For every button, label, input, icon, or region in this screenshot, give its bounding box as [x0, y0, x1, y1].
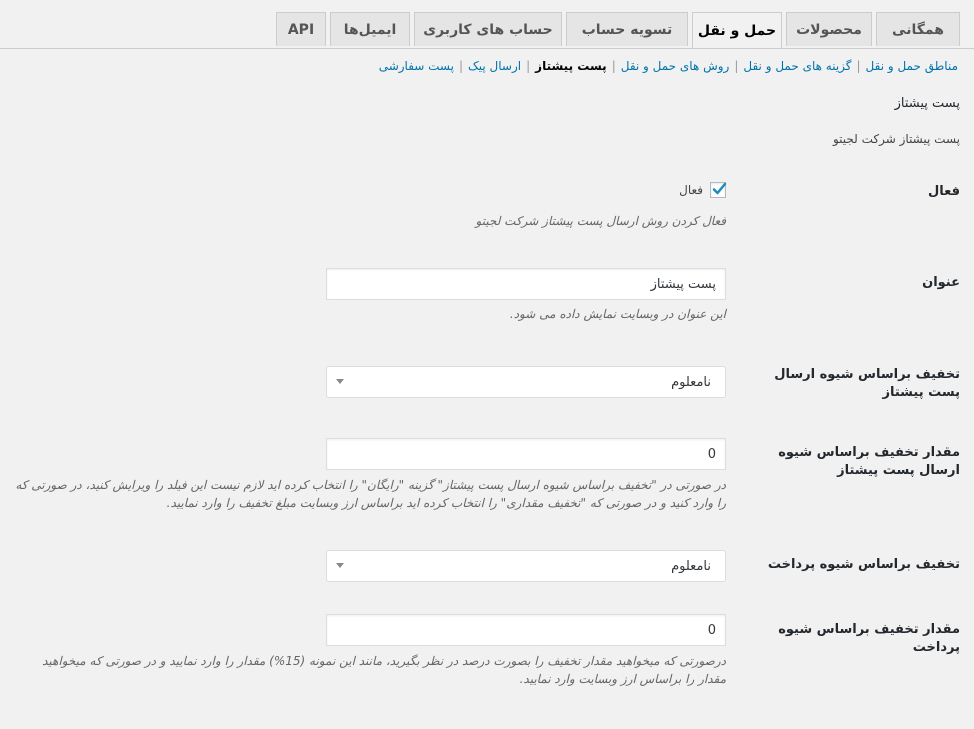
subnav-courier[interactable]: ارسال پیک	[468, 59, 521, 73]
subnav-separator: |	[856, 59, 861, 73]
discount-amount-description-line1: در صورتی در "تخفیف براساس شیوه ارسال پست…	[15, 478, 726, 492]
tab-checkout[interactable]: تسویه حساب	[566, 12, 688, 46]
discount-amount-label: مقدار تخفیف براساس شیوه ارسال پست پیشتاز	[778, 445, 960, 478]
discount-amount-description-line2: را وارد کنید و در صورتی که "تخفیف مقداری…	[166, 496, 726, 510]
tab-accounts[interactable]: حساب های کاربری	[414, 12, 562, 46]
enabled-label: فعال	[927, 184, 960, 199]
payment-discount-select[interactable]: نامعلوم	[326, 550, 726, 582]
discount-method-selected: نامعلوم	[671, 374, 711, 390]
subnav-sefareshi[interactable]: پست سفارشی	[379, 59, 454, 73]
tab-emails[interactable]: ایمیل‌ها	[330, 12, 410, 46]
discount-method-label: تخفیف براساس شیوه ارسال پست پیشتاز	[774, 367, 960, 400]
settings-tabs: همگانی محصولات حمل و نقل تسویه حساب حساب…	[0, 0, 974, 49]
payment-discount-label: تخفیف براساس شیوه پرداخت	[767, 557, 960, 572]
title-description: این عنوان در وبسایت نمایش داده می شود.	[509, 307, 726, 321]
payment-discount-amount-input[interactable]	[326, 614, 726, 646]
discount-amount-input[interactable]	[326, 438, 726, 470]
checkmark-icon	[712, 182, 727, 195]
enabled-checkbox-label: فعال	[679, 183, 703, 197]
subnav-separator: |	[734, 59, 739, 73]
payment-discount-amount-description-line2: مقدار را براساس ارز وبسایت وارد نمایید.	[519, 672, 726, 686]
tab-products[interactable]: محصولات	[786, 12, 872, 46]
subnav-separator: |	[458, 59, 464, 73]
chevron-down-icon	[336, 379, 344, 384]
subnav-separator: |	[526, 59, 531, 73]
section-title: پست پیشتاز	[894, 96, 960, 111]
title-label: عنوان	[922, 275, 960, 290]
subnav-shipping-zones[interactable]: مناطق حمل و نقل	[866, 59, 958, 73]
tab-general[interactable]: همگانی	[876, 12, 960, 46]
enabled-checkbox[interactable]	[710, 182, 727, 198]
payment-discount-amount-label: مقدار تخفیف براساس شیوه پرداخت	[778, 622, 960, 655]
payment-discount-amount-description-line1: درصورتی که میخواهید مقدار تخفیف را بصورت…	[42, 654, 726, 668]
tab-api[interactable]: API	[276, 12, 326, 46]
subnav-shipping-methods[interactable]: روش های حمل و نقل	[621, 59, 730, 73]
shipping-subnav: مناطق حمل و نقل | گزینه های حمل و نقل | روش …	[0, 59, 958, 73]
section-description: پست پیشتاز شرکت لجیتو	[832, 132, 960, 146]
tab-shipping[interactable]: حمل و نقل	[692, 12, 782, 48]
payment-discount-selected: نامعلوم	[671, 558, 711, 574]
enabled-description: فعال کردن روش ارسال پست پیشتاز شرکت لجیت…	[475, 214, 726, 228]
discount-method-select[interactable]: نامعلوم	[326, 366, 726, 398]
title-input[interactable]	[326, 268, 726, 300]
chevron-down-icon	[336, 563, 344, 568]
subnav-separator: |	[611, 59, 616, 73]
subnav-pishtaz-current: پست پیشتاز	[535, 59, 607, 73]
subnav-shipping-options[interactable]: گزینه های حمل و نقل	[743, 59, 851, 73]
